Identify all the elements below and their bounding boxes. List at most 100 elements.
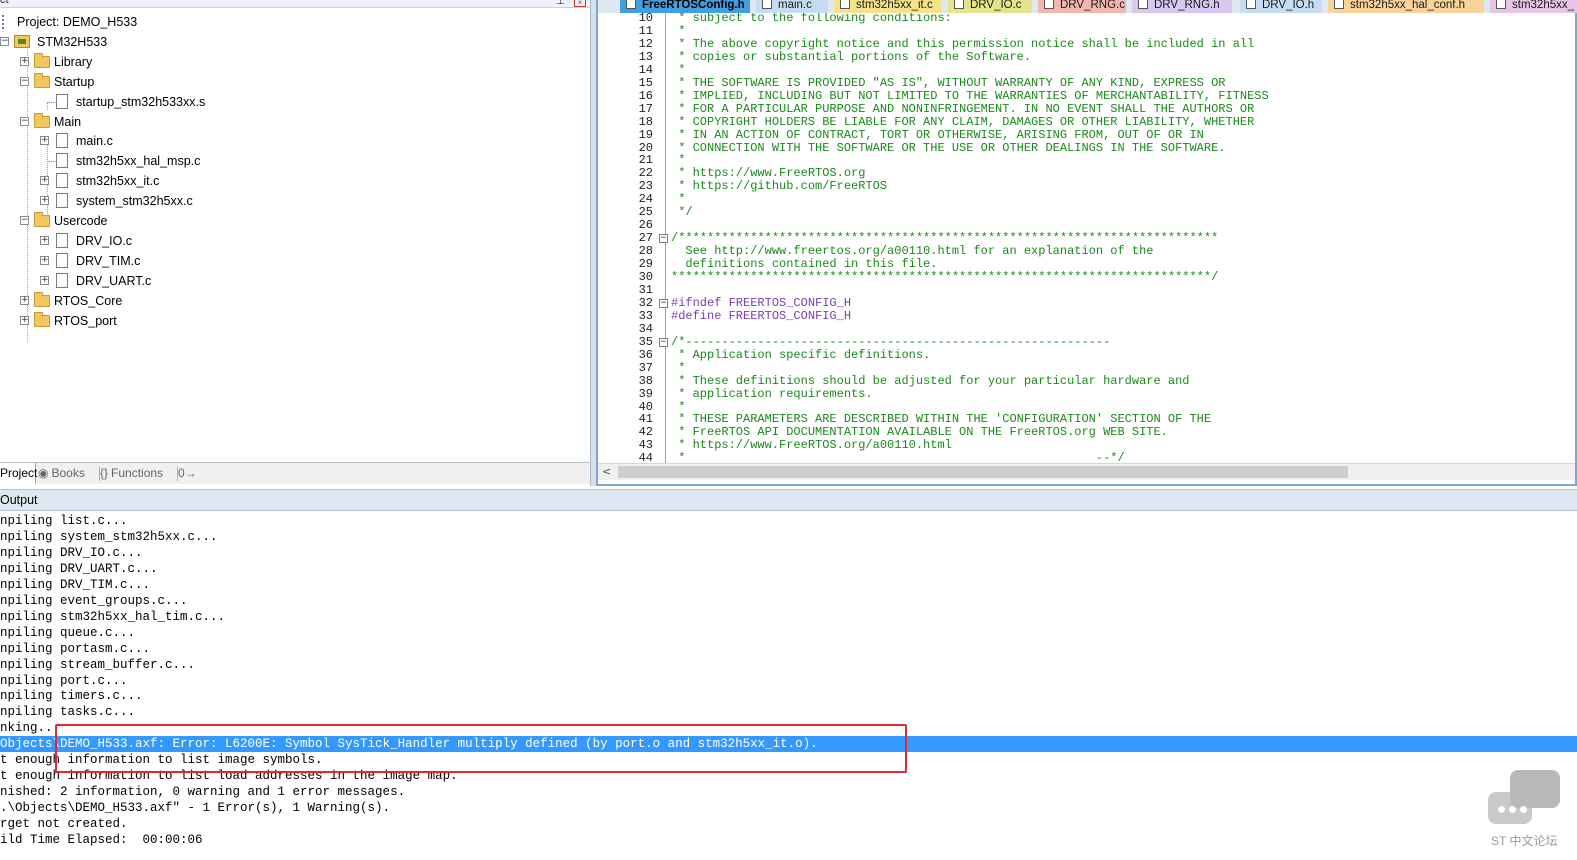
output-line[interactable]: .\Objects\DEMO_H533.axf" - 1 Error(s), 1… — [0, 800, 1577, 816]
code-text: */ — [671, 205, 693, 220]
tree-item-stm32h5xx-it-c[interactable]: + stm32h5xx_it.c — [0, 171, 580, 191]
tree-item-main[interactable]: − Main — [0, 112, 580, 132]
editor-tab-stm32h5xx-[interactable]: stm32h5xx_ — [1490, 0, 1577, 13]
folder-icon — [34, 113, 50, 128]
tab-project[interactable]: Project — [0, 463, 37, 485]
editor-tab-stm32h5xx-hal-conf-h[interactable]: stm32h5xx_hal_conf.h — [1328, 0, 1484, 13]
collapse-icon[interactable]: − — [20, 216, 29, 225]
output-line[interactable]: npiling queue.c... — [0, 625, 1577, 641]
output-line[interactable]: npiling stream_buffer.c... — [0, 657, 1577, 673]
target-icon — [14, 35, 30, 48]
expand-icon[interactable]: + — [40, 256, 49, 265]
collapse-icon[interactable]: − — [20, 77, 29, 86]
editor-tab-drv-io-h[interactable]: DRV_IO.h — [1240, 0, 1322, 13]
editor-tab-freertosconfig-h[interactable]: FreeRTOSConfig.h — [620, 0, 750, 13]
tree-item-stm32h533[interactable]: − STM32H533 — [0, 32, 580, 52]
output-line[interactable]: npiling event_groups.c... — [0, 593, 1577, 609]
output-line[interactable]: npiling DRV_TIM.c... — [0, 577, 1577, 593]
editor-tab-main-c[interactable]: main.c — [756, 0, 828, 13]
tab-books[interactable]: ◉ Books — [38, 463, 100, 485]
bubble-dot — [1509, 806, 1516, 813]
code-line: 44 * --*/ — [598, 452, 1575, 463]
output-title-bar: Output — [0, 489, 1577, 511]
tree-item-startup[interactable]: − Startup — [0, 72, 580, 92]
code-line: 10 * subject to the following conditions… — [598, 13, 1575, 25]
output-line[interactable]: ild Time Elapsed: 00:00:06 — [0, 832, 1577, 848]
templates-icon: 0→ — [178, 466, 197, 480]
expand-icon[interactable]: + — [40, 136, 49, 145]
output-line[interactable]: npiling tasks.c... — [0, 704, 1577, 720]
editor-tab-stm32h5xx-it-c[interactable]: stm32h5xx_it.c — [834, 0, 942, 13]
scrollbar-thumb[interactable] — [618, 466, 1348, 478]
tree-item-project-demo-h533[interactable]: Project: DEMO_H533 — [0, 12, 580, 32]
books-icon: ◉ — [38, 466, 49, 480]
tree-item-drv-io-c[interactable]: + DRV_IO.c — [0, 231, 580, 251]
output-line[interactable]: rget not created. — [0, 816, 1577, 832]
tree-item-rtos-port[interactable]: + RTOS_port — [0, 311, 580, 331]
output-line[interactable]: npiling port.c... — [0, 673, 1577, 689]
editor-tab-drv-io-c[interactable]: DRV_IO.c — [948, 0, 1032, 13]
code-line: 35−/*-----------------------------------… — [598, 335, 1575, 349]
bubble-dot — [1498, 806, 1505, 813]
tree-item-rtos-core[interactable]: + RTOS_Core — [0, 291, 580, 311]
scroll-left-icon[interactable]: < — [602, 465, 611, 478]
output-line[interactable]: nished: 2 information, 0 warning and 1 e… — [0, 784, 1577, 800]
line-number: 11 — [638, 23, 653, 38]
output-line[interactable]: npiling system_stm32h5xx.c... — [0, 529, 1577, 545]
collapse-icon[interactable]: − — [0, 37, 9, 46]
fold-toggle-icon[interactable]: − — [659, 337, 668, 347]
tree-item-startup-stm32h533xx-s[interactable]: startup_stm32h533xx.s — [0, 92, 580, 112]
tree-item-stm32h5xx-hal-msp-c[interactable]: stm32h5xx_hal_msp.c — [0, 151, 580, 171]
expand-icon[interactable]: + — [40, 236, 49, 245]
expand-icon[interactable]: + — [20, 316, 29, 325]
editor-tab-drv-rng-c[interactable]: DRV_RNG.c — [1038, 0, 1126, 13]
tree-item-drv-uart-c[interactable]: + DRV_UART.c — [0, 271, 580, 291]
code-area[interactable]: 10 * subject to the following conditions… — [598, 13, 1575, 463]
tab-label: Functions — [111, 466, 164, 480]
code-line: 25 */ — [598, 206, 1575, 219]
tree-item-library[interactable]: + Library — [0, 52, 580, 72]
editor-tab-label: FreeRTOSConfig.h — [642, 0, 745, 11]
output-line[interactable]: npiling portasm.c... — [0, 641, 1577, 657]
tab-templates[interactable]: 0→Templates — [178, 463, 254, 501]
tree-item-system-stm32h5xx-c[interactable]: + system_stm32h5xx.c — [0, 191, 580, 211]
code-line: 15 * THE SOFTWARE IS PROVIDED "AS IS", W… — [598, 76, 1575, 90]
output-line[interactable]: npiling list.c... — [0, 513, 1577, 529]
output-line[interactable]: npiling stm32h5xx_hal_tim.c... — [0, 609, 1577, 625]
pin-icon[interactable]: ⊥ — [556, 0, 565, 7]
build-output[interactable]: npiling list.c... npiling system_stm32h5x… — [0, 513, 1577, 860]
tree-item-label: Startup — [54, 75, 95, 89]
output-line[interactable]: npiling timers.c... — [0, 688, 1577, 704]
output-line[interactable]: npiling DRV_UART.c... — [0, 561, 1577, 577]
output-line[interactable]: npiling DRV_IO.c... — [0, 545, 1577, 561]
horizontal-scrollbar[interactable]: < — [598, 463, 1575, 480]
fold-toggle-icon[interactable]: − — [659, 234, 668, 244]
code-text: * Application specific definitions. — [671, 347, 931, 362]
code-line: 11 * — [598, 23, 1575, 38]
file-icon — [1496, 0, 1506, 9]
tree-item-usercode[interactable]: − Usercode — [0, 211, 580, 231]
editor-tab-drv-rng-h[interactable]: DRV_RNG.h — [1132, 0, 1232, 13]
code-line: 31 — [598, 283, 1575, 297]
fold-toggle-icon[interactable]: − — [659, 298, 668, 308]
editor-tab-label: DRV_IO.h — [1262, 0, 1315, 11]
tree-item-drv-tim-c[interactable]: + DRV_TIM.c — [0, 251, 580, 271]
watermark-text: ST 中文论坛 — [1491, 834, 1558, 848]
expand-icon[interactable]: + — [40, 176, 49, 185]
collapse-icon[interactable]: − — [20, 117, 29, 126]
functions-icon: {} — [100, 466, 109, 480]
tab-functions[interactable]: {} Functions — [100, 463, 178, 485]
tree-item-label: stm32h5xx_it.c — [76, 174, 160, 188]
forum-watermark: ST 中文论坛 — [1488, 770, 1568, 850]
code-text: * COPYRIGHT HOLDERS BE LIABLE FOR ANY CL… — [671, 114, 1255, 129]
expand-icon[interactable]: + — [20, 296, 29, 305]
expand-icon[interactable]: + — [40, 196, 49, 205]
expand-icon[interactable]: + — [20, 57, 29, 66]
close-icon[interactable]: × — [574, 0, 586, 7]
code-line: 30 **************************************… — [598, 271, 1575, 284]
line-number: 37 — [638, 360, 653, 375]
expand-icon[interactable]: + — [40, 276, 49, 285]
code-line: 39 * application requirements. — [598, 387, 1575, 401]
tree-item-main-c[interactable]: + main.c — [0, 131, 580, 151]
code-text: * subject to the following conditions: — [671, 13, 952, 25]
